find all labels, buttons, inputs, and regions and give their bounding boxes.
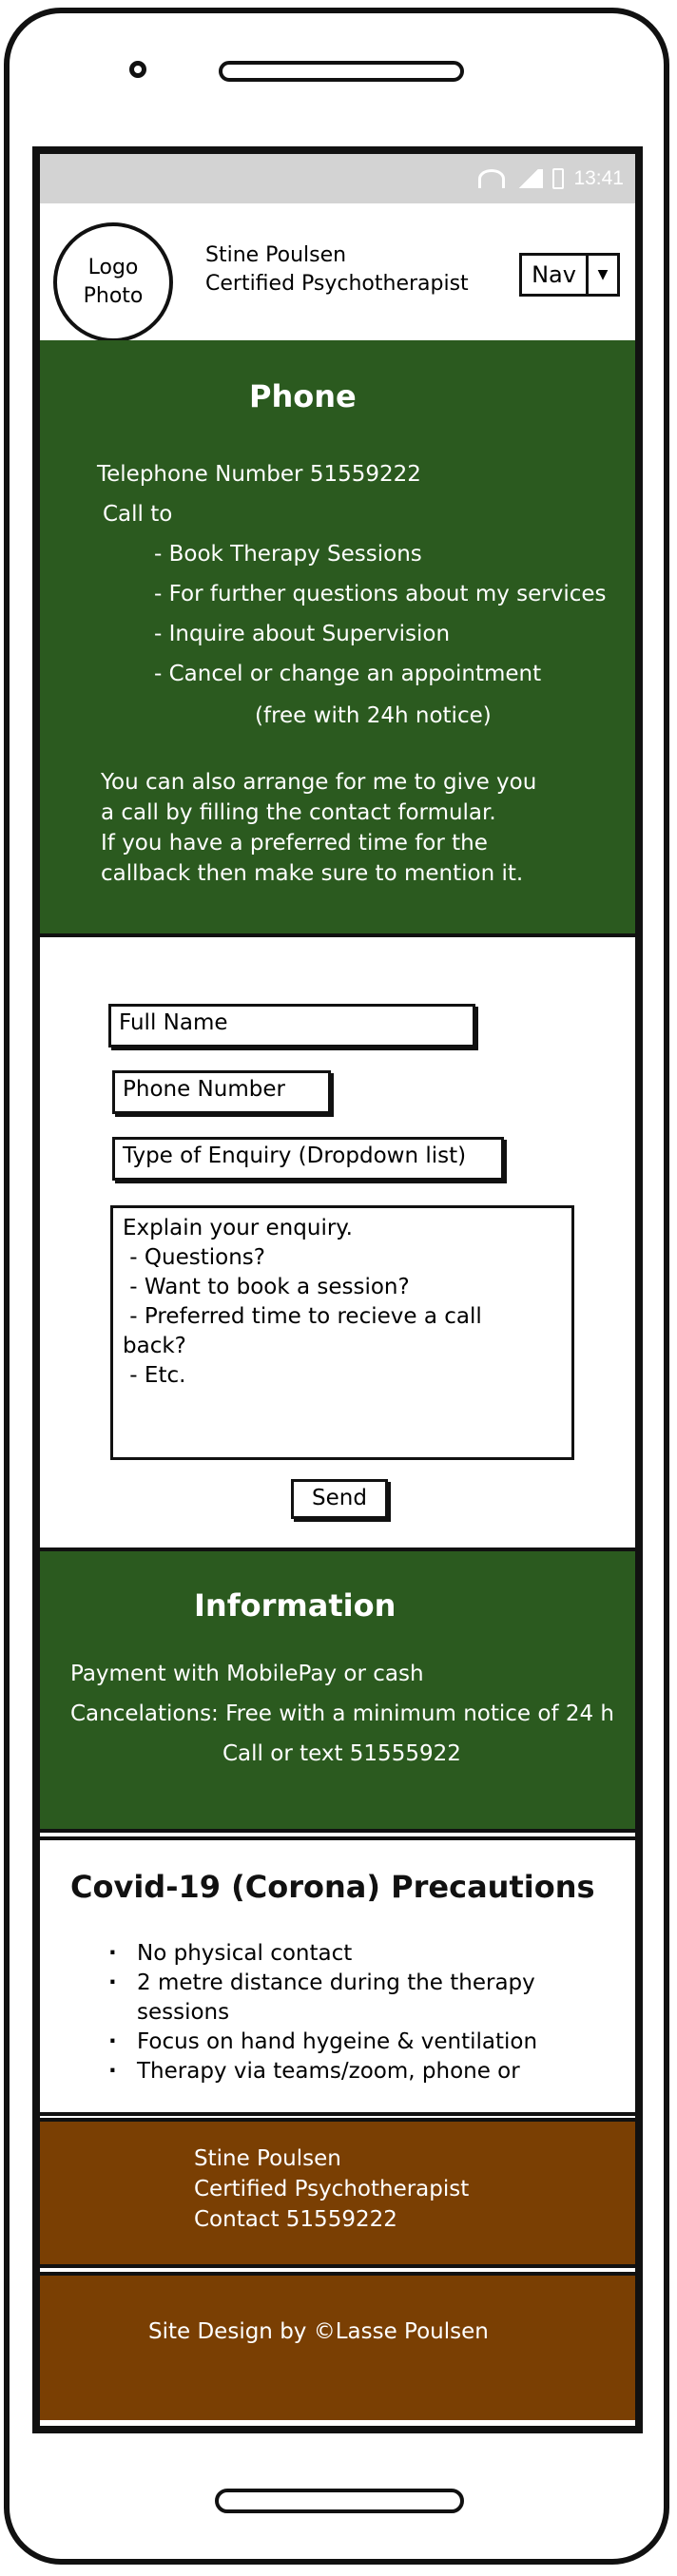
footer-credit: Site Design by ©Lasse Poulsen (148, 2319, 489, 2344)
call-item: - For further questions about my service… (154, 582, 607, 606)
wifi-icon (478, 169, 506, 188)
covid-item: 2 metre distance during the therapy sess… (108, 1969, 574, 2028)
callback-paragraph-line: a call by filling the contact formular. (101, 800, 496, 825)
enquiry-type-select[interactable]: Type of Enquiry (Dropdown list) (112, 1137, 504, 1181)
covid-item: Therapy via teams/zoom, phone or (108, 2057, 574, 2086)
phone-section-title: Phone (249, 378, 357, 414)
footer-contact-number: Contact 51559222 (194, 2207, 397, 2232)
logo-photo[interactable]: Logo Photo (53, 222, 173, 342)
notice-text: (free with 24h notice) (255, 703, 492, 728)
site-header: Logo Photo Stine Poulsen Certified Psych… (40, 203, 635, 346)
brand: Stine Poulsen Certified Psychotherapist (205, 241, 469, 298)
battery-icon (552, 168, 565, 189)
send-button[interactable]: Send (291, 1479, 388, 1519)
home-button[interactable] (215, 2489, 464, 2513)
callback-paragraph-line: If you have a preferred time for the (101, 831, 488, 855)
enquiry-line: - Etc. (123, 1363, 186, 1388)
signal-icon (514, 169, 544, 188)
payment-text: Payment with MobilePay or cash (70, 1662, 424, 1686)
brand-name: Stine Poulsen (205, 243, 347, 267)
call-item: - Book Therapy Sessions (154, 542, 422, 567)
phone-number-field[interactable]: Phone Number (112, 1070, 331, 1114)
nav-label[interactable]: Nav (522, 256, 589, 294)
nav-dropdown[interactable]: Nav ▼ (519, 253, 620, 297)
callback-paragraph-line: callback then make sure to mention it. (101, 861, 524, 886)
telephone-number: Telephone Number 51559222 (97, 462, 421, 487)
footer-name: Stine Poulsen (194, 2146, 341, 2171)
logo-line1: Logo (87, 256, 139, 279)
camera-icon (129, 61, 146, 78)
enquiry-line: back? (123, 1334, 186, 1358)
call-to-label: Call to (103, 502, 173, 527)
footer-credit-section (40, 2272, 635, 2420)
full-name-field[interactable]: Full Name (108, 1004, 475, 1048)
call-item: - Inquire about Supervision (154, 622, 451, 646)
enquiry-line: - Preferred time to recieve a call (123, 1304, 482, 1329)
chevron-down-icon[interactable]: ▼ (589, 256, 617, 294)
enquiry-textarea[interactable]: Explain your enquiry. - Questions? - Wan… (110, 1205, 574, 1460)
callback-paragraph-line: You can also arrange for me to give you (101, 770, 537, 795)
logo-line2: Photo (83, 284, 144, 308)
call-text: Call or text 51555922 (222, 1741, 461, 1766)
covid-title: Covid-19 (Corona) Precautions (70, 1869, 595, 1905)
footer-title: Certified Psychotherapist (194, 2177, 470, 2201)
speaker-grille (219, 61, 464, 82)
information-title: Information (194, 1587, 397, 1624)
cancelations-text: Cancelations: Free with a minimum notice… (70, 1701, 615, 1726)
enquiry-line: Explain your enquiry. (123, 1216, 353, 1240)
status-bar: 13:41 (40, 154, 635, 203)
covid-list: No physical contact 2 metre distance dur… (108, 1939, 574, 2086)
status-time: 13:41 (573, 167, 624, 189)
covid-item: Focus on hand hygeine & ventilation (108, 2028, 574, 2057)
covid-item: No physical contact (108, 1939, 574, 1969)
brand-title: Certified Psychotherapist (205, 272, 469, 296)
enquiry-line: - Questions? (123, 1245, 265, 1270)
call-item: - Cancel or change an appointment (154, 662, 542, 686)
enquiry-line: - Want to book a session? (123, 1275, 410, 1299)
